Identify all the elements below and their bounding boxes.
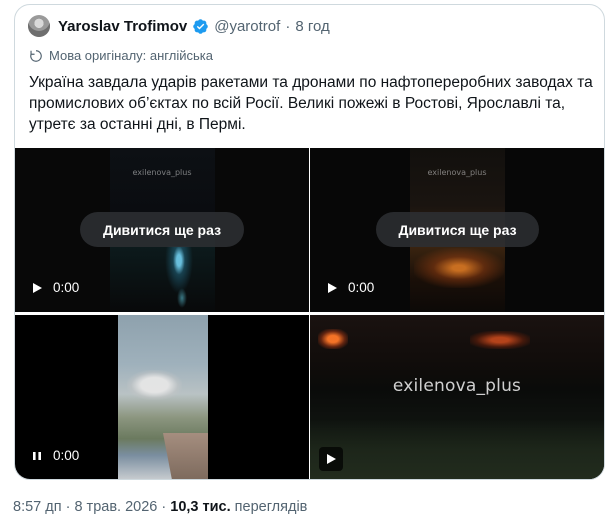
- video-time: 0:00: [53, 448, 79, 463]
- views-label: переглядів: [235, 499, 308, 515]
- meta-separator: ·: [285, 18, 290, 35]
- video-controls: 0:00: [31, 280, 79, 295]
- author-handle[interactable]: @yarotrof: [214, 18, 280, 35]
- video-frame-fire: [414, 248, 504, 288]
- footer-separator: ·: [161, 499, 166, 515]
- views-count[interactable]: 10,3 тис.: [170, 499, 230, 515]
- pause-icon[interactable]: [31, 450, 43, 462]
- video-watermark: exilenova_plus: [310, 168, 604, 177]
- video-tile-4[interactable]: exilenova_plus: [310, 315, 604, 480]
- video-frame-fire: [318, 329, 348, 349]
- author-name[interactable]: Yaroslav Trofimov: [58, 18, 187, 35]
- play-icon[interactable]: [326, 282, 338, 294]
- video-time: 0:00: [53, 280, 79, 295]
- video-controls: 0:00: [31, 448, 79, 463]
- video-frame-fire: [470, 331, 530, 349]
- video-tile-2[interactable]: exilenova_plus Дивитися ще раз 0:00: [310, 148, 604, 312]
- translate-icon: [29, 49, 43, 63]
- play-icon: [325, 453, 337, 465]
- tweet-time[interactable]: 8:57 дп: [13, 499, 62, 515]
- video-tile-3[interactable]: 0:00: [15, 315, 309, 480]
- video-frame-light: [177, 288, 187, 308]
- post-time[interactable]: 8 год: [295, 18, 329, 35]
- gif-play-button[interactable]: [319, 447, 343, 471]
- video-frame-grass: [310, 420, 604, 480]
- media-grid: exilenova_plus Дивитися ще раз 0:00 exil…: [15, 148, 604, 480]
- video-frame-light: [165, 246, 193, 294]
- video-time: 0:00: [348, 280, 374, 295]
- video-controls: 0:00: [326, 280, 374, 295]
- quoted-tweet-header: Yaroslav Trofimov @yarotrof · 8 год: [28, 15, 330, 37]
- play-icon[interactable]: [31, 282, 43, 294]
- video-watermark: exilenova_plus: [15, 168, 309, 177]
- video-tile-1[interactable]: exilenova_plus Дивитися ще раз 0:00: [15, 148, 309, 312]
- tweet-footer: 8:57 дп · 8 трав. 2026 · 10,3 тис. перег…: [13, 499, 307, 515]
- translation-note-text: Мова оригіналу: англійська: [49, 48, 213, 63]
- avatar[interactable]: [28, 15, 50, 37]
- translation-note: Мова оригіналу: англійська: [29, 48, 213, 63]
- video-watermark: exilenova_plus: [310, 376, 604, 396]
- replay-button[interactable]: Дивитися ще раз: [80, 212, 244, 247]
- quoted-tweet-card[interactable]: Yaroslav Trofimov @yarotrof · 8 год Мова…: [14, 4, 605, 480]
- quoted-tweet-text: Україна завдала ударів ракетами та дрона…: [29, 72, 595, 135]
- verified-badge-icon: [192, 18, 209, 35]
- replay-button[interactable]: Дивитися ще раз: [376, 212, 539, 247]
- footer-separator: ·: [66, 499, 71, 515]
- tweet-date[interactable]: 8 трав. 2026: [74, 499, 157, 515]
- video-frame-smoke: [127, 370, 182, 400]
